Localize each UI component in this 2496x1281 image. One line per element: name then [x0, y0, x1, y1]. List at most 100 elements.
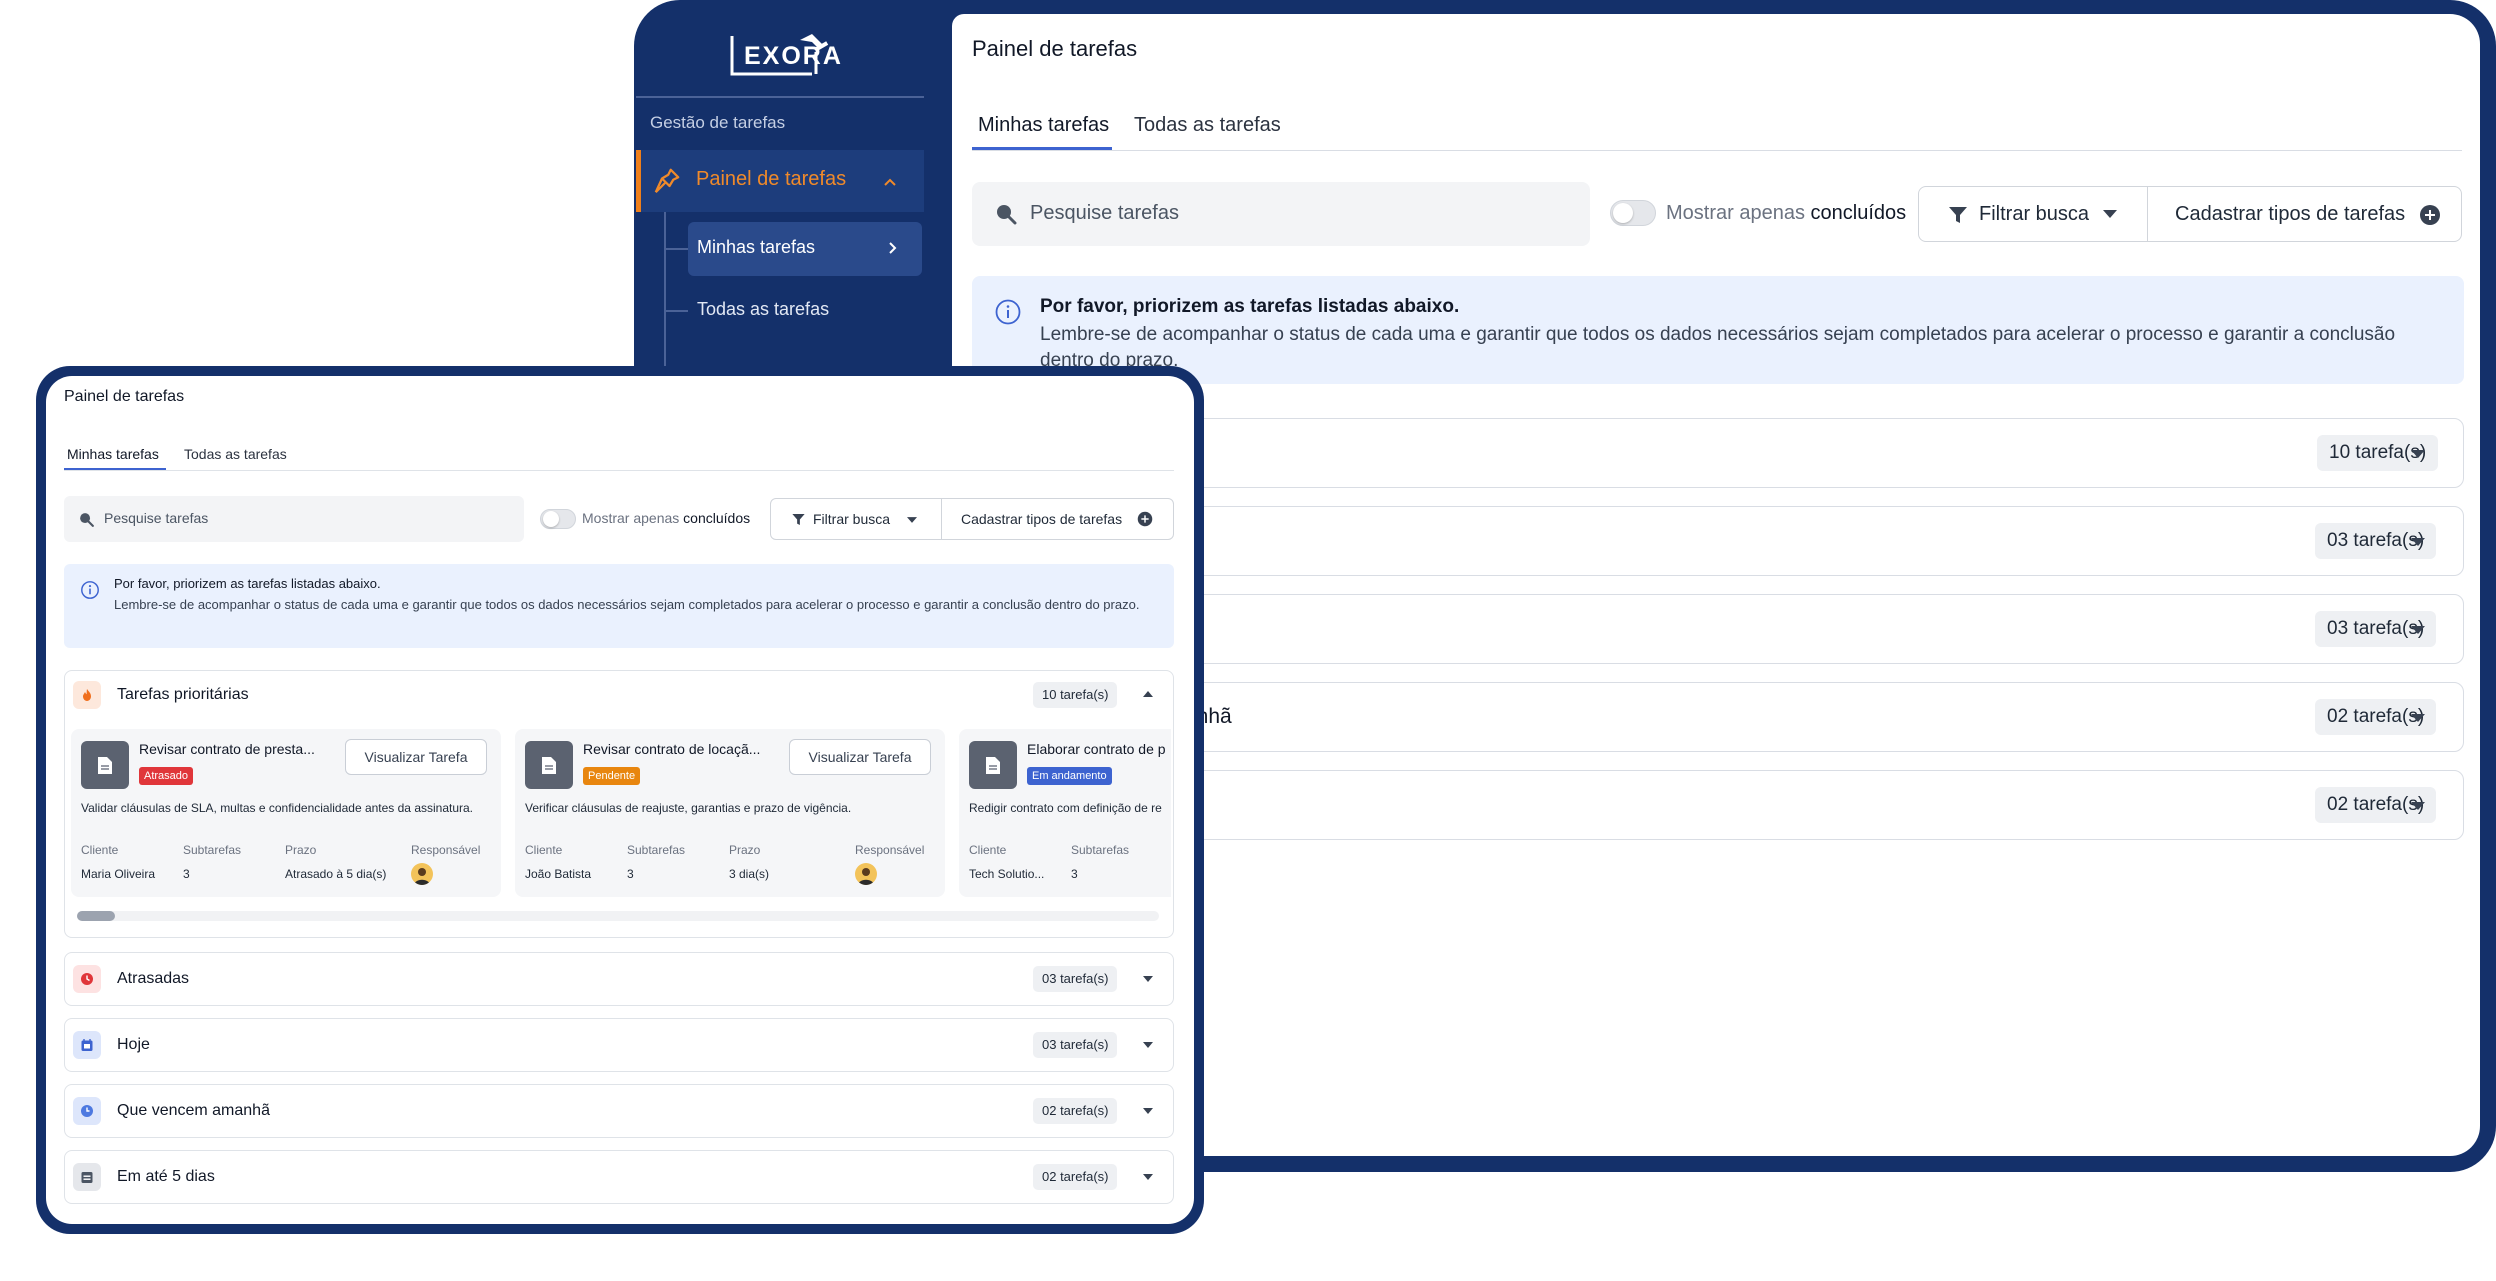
group-atrasadas[interactable]: Atrasadas 03 tarefa(s)	[64, 952, 1174, 1006]
search-placeholder: Pesquise tarefas	[1030, 202, 1179, 224]
status-badge: Pendente	[583, 767, 641, 785]
tab-todas-tarefas[interactable]: Todas as tarefas	[184, 446, 287, 462]
toolbar-divider	[941, 499, 942, 539]
tab-minhas-tarefas[interactable]: Minhas tarefas	[67, 446, 159, 462]
count-badge: 03 tarefa(s)	[1033, 1032, 1118, 1058]
client-value: Maria Oliveira	[81, 867, 156, 881]
show-completed-toggle[interactable]	[1610, 200, 1656, 226]
sidebar-item-todas-tarefas[interactable]: Todas as tarefas	[697, 299, 829, 320]
search-input[interactable]: Pesquise tarefas	[972, 182, 1590, 246]
toggle-label-suffix: concluídos	[683, 510, 751, 526]
scrollbar-thumb[interactable]	[77, 911, 115, 921]
task-title: Revisar contrato de presta...	[139, 741, 315, 757]
owner-header: Responsável	[411, 843, 481, 857]
plus-circle-icon[interactable]	[1137, 511, 1153, 527]
count-badge: 03 tarefa(s)	[1033, 966, 1118, 992]
front-main-panel: Painel de tarefas Minhas tarefas Todas a…	[46, 376, 1194, 1224]
group-label: Hoje	[117, 1036, 150, 1053]
caret-down-icon[interactable]	[2409, 711, 2427, 725]
calendar-icon	[73, 1163, 101, 1191]
task-description: Validar cláusulas de SLA, multas e confi…	[81, 801, 474, 815]
task-title: Revisar contrato de locaçã...	[583, 741, 761, 757]
subtasks-value: 3	[1071, 867, 1078, 881]
count-badge: 10 tarefa(s)	[1033, 682, 1118, 708]
search-input[interactable]: Pesquise tarefas	[64, 496, 524, 542]
register-task-types-button[interactable]: Cadastrar tipos de tarefas	[961, 511, 1122, 527]
chevron-up-icon[interactable]	[880, 172, 900, 192]
info-banner: Por favor, priorizem as tarefas listadas…	[64, 564, 1174, 648]
owner-header: Responsável	[855, 843, 925, 857]
caret-down-icon[interactable]	[1141, 1106, 1155, 1116]
sidebar-item-minhas-tarefas-label: Minhas tarefas	[697, 237, 816, 257]
tab-todas-tarefas[interactable]: Todas as tarefas	[1134, 114, 1281, 137]
tree-branch	[664, 310, 688, 312]
search-icon	[994, 202, 1018, 226]
count-badge: 02 tarefa(s)	[1033, 1098, 1118, 1124]
caret-down-icon[interactable]	[1141, 1172, 1155, 1182]
task-title: Elaborar contrato de p	[1027, 741, 1166, 757]
sidebar-section-title: Gestão de tarefas	[650, 113, 786, 132]
group-label: Em até 5 dias	[117, 1168, 215, 1185]
horizontal-scrollbar[interactable]	[77, 911, 1159, 921]
toggle-knob	[543, 511, 559, 527]
info-icon	[994, 298, 1022, 326]
page-title: Painel de tarefas	[972, 36, 1138, 61]
task-card-carousel: Revisar contrato de presta... Atrasado V…	[71, 729, 1171, 897]
status-badge: Em andamento	[1027, 767, 1112, 785]
plus-circle-icon[interactable]	[2419, 204, 2441, 226]
group-em-ate-5-dias[interactable]: Em até 5 dias 02 tarefa(s)	[64, 1150, 1174, 1204]
info-banner: Por favor, priorizem as tarefas listadas…	[972, 276, 2464, 384]
active-tab-indicator	[64, 468, 166, 470]
task-card: Revisar contrato de locaçã... Pendente V…	[515, 729, 945, 897]
task-card: Revisar contrato de presta... Atrasado V…	[71, 729, 501, 897]
register-task-types-button[interactable]: Cadastrar tipos de tarefas	[2175, 203, 2405, 226]
page-title: Painel de tarefas	[64, 388, 185, 405]
subtasks-header: Subtarefas	[1071, 843, 1130, 857]
tabs-divider	[972, 150, 2462, 151]
caret-down-icon[interactable]	[1141, 974, 1155, 984]
view-task-button[interactable]: Visualizar Tarefa	[345, 739, 487, 775]
sidebar-item-painel-label: Painel de tarefas	[696, 168, 847, 190]
clock-icon	[73, 1097, 101, 1125]
toggle-knob	[1613, 203, 1633, 223]
caret-down-icon[interactable]	[2409, 535, 2427, 549]
caret-down-icon[interactable]	[905, 515, 919, 525]
calendar-today-icon	[73, 1031, 101, 1059]
document-icon	[81, 741, 129, 789]
toggle-label-prefix: Mostrar apenas	[582, 510, 680, 526]
info-text: Lembre-se de acompanhar o status de cada…	[114, 597, 1140, 612]
client-header: Cliente	[969, 843, 1007, 857]
caret-down-icon[interactable]	[1141, 1040, 1155, 1050]
avatar	[411, 863, 433, 885]
filter-icon	[791, 512, 806, 527]
caret-down-icon[interactable]	[2409, 623, 2427, 637]
tree-branch	[664, 248, 688, 250]
view-task-button[interactable]: Visualizar Tarefa	[789, 739, 931, 775]
tab-minhas-tarefas[interactable]: Minhas tarefas	[978, 114, 1109, 137]
filter-button[interactable]: Filtrar busca	[813, 511, 890, 527]
sidebar-active-indicator	[636, 150, 641, 212]
deadline-value: Atrasado à 5 dia(s)	[285, 867, 387, 881]
caret-up-icon[interactable]	[1141, 689, 1155, 699]
deadline-header: Prazo	[285, 843, 317, 857]
subtasks-header: Subtarefas	[183, 843, 242, 857]
caret-down-icon[interactable]	[2101, 207, 2119, 221]
deadline-value: 3 dia(s)	[729, 867, 770, 881]
deadline-header: Prazo	[729, 843, 761, 857]
subtasks-value: 3	[183, 867, 190, 881]
toggle-label-suffix: concluídos	[1810, 202, 1907, 224]
group-hoje[interactable]: Hoje 03 tarefa(s)	[64, 1018, 1174, 1072]
task-card: Elaborar contrato de p Em andamento Redi…	[959, 729, 1171, 897]
toggle-label-prefix: Mostrar apenas	[1666, 202, 1805, 224]
show-completed-toggle[interactable]	[540, 509, 576, 529]
caret-down-icon[interactable]	[2409, 799, 2427, 813]
document-icon	[969, 741, 1017, 789]
clock-alert-icon	[73, 965, 101, 993]
group-label: Tarefas prioritárias	[117, 686, 249, 703]
tree-line	[664, 212, 666, 370]
filter-button[interactable]: Filtrar busca	[1979, 203, 2089, 226]
caret-down-icon[interactable]	[2409, 447, 2427, 461]
group-que-vencem-amanha[interactable]: Que vencem amanhã 02 tarefa(s)	[64, 1084, 1174, 1138]
search-placeholder: Pesquise tarefas	[104, 510, 209, 526]
info-title: Por favor, priorizem as tarefas listadas…	[1040, 296, 1460, 317]
